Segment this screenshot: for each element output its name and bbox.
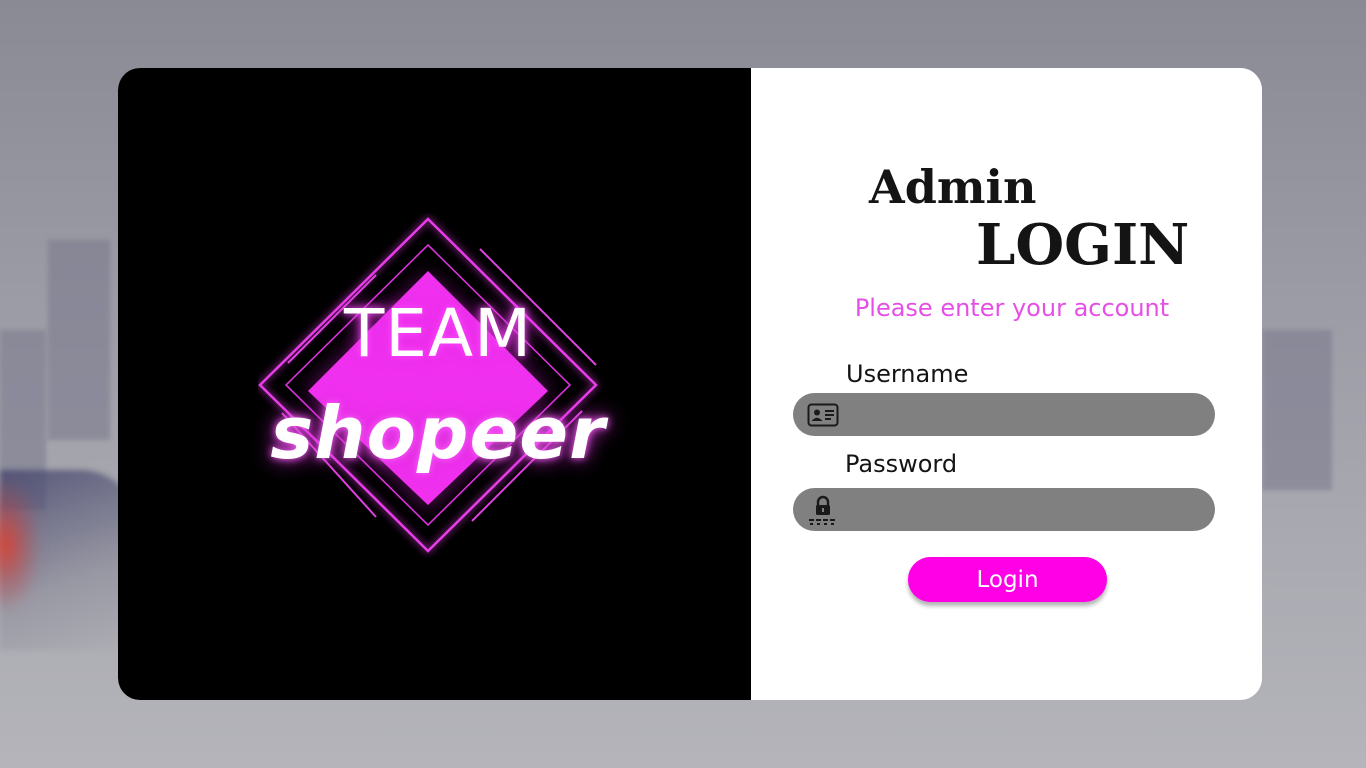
brand-panel: TEAM shopeer (118, 68, 751, 700)
username-field-wrap[interactable] (793, 393, 1215, 436)
password-label: Password (845, 450, 958, 478)
login-card: TEAM shopeer Admin LOGIN Please enter yo… (118, 68, 1262, 700)
lock-icon (806, 495, 840, 525)
username-label: Username (846, 360, 969, 388)
page-title-admin: Admin (869, 160, 1037, 214)
password-input[interactable] (840, 488, 1215, 531)
logo-brand-text: shopeer (270, 391, 606, 475)
login-button[interactable]: Login (908, 557, 1107, 602)
team-logo: TEAM shopeer (258, 213, 618, 558)
login-form-panel: Admin LOGIN Please enter your account Us… (751, 68, 1262, 700)
logo-team-text: TEAM (343, 295, 533, 372)
login-subtitle: Please enter your account (854, 294, 1170, 322)
page-title-login: LOGIN (976, 212, 1190, 278)
logo-diamond-graphic (258, 217, 598, 553)
username-input[interactable] (840, 393, 1215, 436)
password-field-wrap[interactable] (793, 488, 1215, 531)
background-building (1262, 330, 1332, 490)
id-card-icon (806, 400, 840, 430)
background-building (48, 240, 110, 440)
